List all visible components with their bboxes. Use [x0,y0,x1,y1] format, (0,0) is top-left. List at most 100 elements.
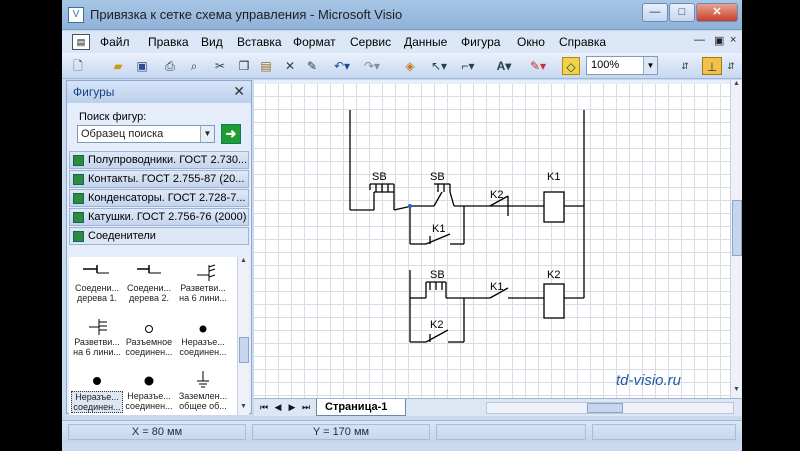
status-bar: X = 80 мм Y = 170 мм [62,420,742,442]
menu-view[interactable]: Вид [201,35,223,49]
undo-icon[interactable]: ↶▾ [332,57,352,75]
menu-help[interactable]: Справка [559,35,606,49]
zoom-value: 100% [591,59,620,71]
doc-restore-icon[interactable]: ▣ [714,34,724,47]
chevron-down-icon[interactable]: ▼ [643,57,657,74]
shape-item[interactable]: Разветви... на 6 лини... [71,317,123,357]
stencil-connectors[interactable]: Соеденители [69,227,249,245]
search-go-button[interactable]: ➜ [221,124,241,144]
doc-minimize-button[interactable]: — [694,34,705,46]
scroll-thumb[interactable] [239,337,249,363]
shape-item[interactable]: Неразъе... соединен... [177,317,229,357]
paste-icon[interactable]: ▤ [258,57,274,75]
zoom-select[interactable]: 100% ▼ [586,56,658,75]
delete-icon[interactable]: ✕ [282,57,298,75]
menu-window[interactable]: Окно [517,35,545,49]
status-y: Y = 170 мм [252,424,430,440]
shapes-grid: Соедени... дерева 1. Соедени... дерева 2… [69,257,237,415]
stencil-coils[interactable]: Катушки. ГОСТ 2.756-76 (2000) [69,208,249,226]
maximize-button[interactable]: □ [669,3,695,22]
connection-point[interactable] [408,204,412,208]
watermark: td-visio.ru [616,372,682,389]
status-empty-2 [592,424,736,440]
document-icon[interactable]: ▤ [72,34,90,50]
scroll-thumb[interactable] [587,403,623,413]
menu-data[interactable]: Данные [404,35,447,49]
new-icon[interactable]: 🗋 [70,57,86,75]
label-k2-contact-2: K2 [430,319,443,331]
label-sb1: SB [372,171,387,183]
ground-icon [197,371,209,388]
stencil-icon [73,231,84,242]
toolbar-options-icon[interactable]: ⇵ [680,57,690,75]
save-icon[interactable]: ▣ [134,57,150,75]
shapes-icon[interactable]: ◈ [402,57,418,75]
label-k1-contact-2: K1 [490,281,503,293]
drawing-canvas[interactable]: SB SB K1 K2 K1 SB K2 K1 K2 [254,84,730,398]
filled-dot-icon [144,376,154,386]
shape-item[interactable]: Соедени... дерева 1. [71,263,123,303]
redo-icon[interactable]: ↷▾ [362,57,382,75]
menu-tools[interactable]: Сервис [350,35,391,49]
visio-icon: V [68,7,84,23]
shape-item[interactable]: Неразъе... соединен... [123,371,175,411]
stencil-icon [73,212,84,223]
visio-window: V Привязка к сетке схема управления - Mi… [62,0,742,451]
open-circle-icon [145,325,153,333]
scroll-down-icon[interactable]: ▼ [238,403,249,413]
prev-page-icon[interactable]: ◀ [272,401,284,414]
chevron-down-icon[interactable]: ▼ [200,126,214,142]
stencil-icon [73,155,84,166]
doc-close-button[interactable]: × [730,34,736,46]
shape-item[interactable]: Заземлен... общее об... [177,371,229,411]
open-icon[interactable]: ▰ [110,57,126,75]
stencil-semiconductors[interactable]: Полупроводники. ГОСТ 2.730... [69,151,249,169]
shape-item[interactable]: Соедени... дерева 2. [123,263,175,303]
search-input[interactable]: Образец поиска ▼ [77,125,215,143]
connector-icon[interactable]: ⌐▾ [458,57,478,75]
stencil-capacitors[interactable]: Конденсаторы. ГОСТ 2.728-7... [69,189,249,207]
label-k2-coil: K2 [547,269,560,281]
last-page-icon[interactable]: ⏭ [300,401,312,414]
first-page-icon[interactable]: ⏮ [258,401,270,414]
branch-icon [197,264,216,281]
shape-item[interactable]: Разветви... на 6 лини... [177,263,229,303]
pin-icon[interactable]: ⊥ [702,57,722,75]
tab-page-1[interactable]: Страница-1 [316,399,406,416]
shapes-scrollbar[interactable]: ▲ ▼ [237,257,249,415]
shape-item[interactable]: Разъемное соединен... [123,317,175,357]
pointer-icon[interactable]: ↖▾ [430,57,448,75]
title-bar: V Привязка к сетке схема управления - Mi… [62,0,742,30]
scroll-thumb[interactable] [732,200,742,256]
shape-item[interactable]: Неразъе... соединен... [71,371,123,413]
scroll-up-icon[interactable]: ▲ [238,257,249,267]
scroll-down-icon[interactable]: ▼ [731,386,742,393]
cut-icon[interactable]: ✂ [212,57,228,75]
close-icon[interactable]: ✕ [233,83,245,100]
menu-file[interactable]: Файл [100,35,130,49]
menu-format[interactable]: Формат [293,35,336,49]
menu-insert[interactable]: Вставка [237,35,282,49]
fill-icon[interactable]: ◇ [562,57,580,75]
format-painter-icon[interactable]: ✎ [304,57,320,75]
menu-edit[interactable]: Правка [148,35,189,49]
vertical-scrollbar[interactable]: ▲ ▼ [730,80,742,398]
menu-shape[interactable]: Фигура [461,35,500,49]
close-button[interactable]: ✕ [696,3,738,22]
next-page-icon[interactable]: ▶ [286,401,298,414]
scroll-up-icon[interactable]: ▲ [731,80,742,87]
minimize-button[interactable]: — [642,3,668,22]
label-sb3: SB [430,269,445,281]
print-preview-icon[interactable]: ⌕ [186,57,202,75]
status-empty-1 [436,424,586,440]
text-icon[interactable]: A▾ [494,57,514,75]
stencil-contacts[interactable]: Контакты. ГОСТ 2.755-87 (20... [69,170,249,188]
horizontal-scrollbar[interactable] [486,402,734,414]
print-icon[interactable]: ⎙ [162,57,178,75]
line-color-icon[interactable]: ✎▾ [528,57,548,75]
copy-icon[interactable]: ❐ [236,57,252,75]
toolbar-options-icon-2[interactable]: ⇵ [726,57,736,75]
search-input-value: Образец поиска [81,128,164,140]
shapes-panel: Фигуры ✕ Поиск фигур: Образец поиска ▼ ➜… [66,80,252,415]
label-k2-contact: K2 [490,189,503,201]
